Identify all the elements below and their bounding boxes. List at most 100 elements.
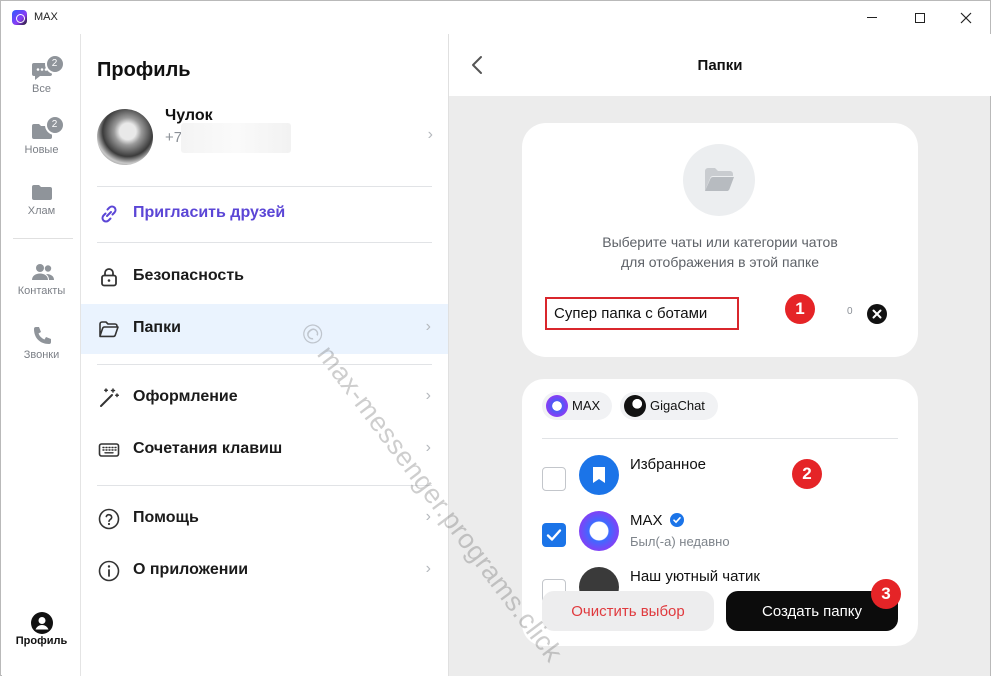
folder-name-card: Выберите чаты или категории чатов для от… [522, 123, 918, 357]
chat-status: Был(-а) недавно [630, 534, 730, 549]
info-icon [97, 559, 121, 583]
annotation-marker-3: 3 [871, 579, 901, 609]
divider [97, 485, 432, 486]
chats-icon: 2 [31, 54, 65, 80]
divider [542, 438, 898, 439]
rail-label-all: Все [32, 83, 51, 95]
chevron-right-icon: › [425, 560, 431, 577]
chat-row-favorites[interactable]: Избранное [542, 455, 898, 511]
char-counter: 0 [847, 306, 853, 317]
keyboard-icon [97, 438, 121, 462]
folder-hint-line: для отображения в этой папке [620, 254, 820, 270]
help-icon [97, 507, 121, 531]
rail-label-junk: Хлам [27, 205, 56, 217]
maximize-button[interactable] [897, 1, 943, 34]
link-icon [97, 202, 121, 226]
magic-wand-icon [97, 386, 121, 410]
title-bar: MAX [1, 1, 990, 34]
profile-panel: Профиль Чулок +7 › Пригласить друзей Без… [81, 34, 448, 676]
folder-icon [705, 168, 734, 192]
phone-icon [31, 326, 53, 346]
rail-label-profile: Профиль [15, 635, 68, 647]
chevron-right-icon: › [425, 508, 431, 525]
clear-selection-button[interactable]: Очистить выбор [542, 591, 714, 631]
chat-name: Избранное [630, 456, 707, 473]
chat-checkbox[interactable] [542, 467, 566, 491]
rail-label-new: Новые [24, 144, 59, 156]
close-window-button[interactable] [943, 1, 989, 34]
menu-item-invite[interactable]: Пригласить друзей [81, 189, 448, 239]
rail-item-new[interactable]: 2 Новые [2, 115, 81, 156]
checkmark-icon [546, 529, 562, 541]
menu-item-folders[interactable]: Папки › [81, 304, 448, 354]
window-title: MAX [34, 11, 58, 23]
chat-name: Наш уютный чатик [630, 568, 760, 585]
folder-picker[interactable] [683, 144, 755, 216]
lock-icon [97, 265, 121, 289]
folder-new-icon: 2 [31, 115, 65, 141]
rail-item-all[interactable]: 2 Все [2, 54, 81, 95]
avatar [97, 109, 153, 165]
bookmark-icon [579, 455, 619, 495]
divider [97, 242, 432, 243]
menu-label: Оформление [133, 388, 238, 405]
folder-junk-icon [31, 182, 53, 202]
menu-item-security[interactable]: Безопасность [81, 252, 448, 302]
gigachat-logo-icon [624, 395, 646, 417]
navigation-rail: 2 Все 2 Новые Хлам Контакты Звонки Профи… [2, 34, 81, 676]
menu-item-appearance[interactable]: Оформление › [81, 373, 448, 423]
chat-name: MAX [630, 512, 684, 529]
rail-item-profile[interactable]: Профиль [2, 612, 81, 647]
annotation-marker-2: 2 [792, 459, 822, 489]
annotation-marker-1: 1 [785, 294, 815, 324]
folder-name-input[interactable] [545, 297, 739, 330]
max-logo-icon [546, 395, 568, 417]
rail-label-calls: Звонки [23, 349, 60, 361]
menu-label: Сочетания клавиш [133, 440, 283, 457]
menu-label: Помощь [133, 509, 199, 526]
folder-icon [97, 317, 121, 341]
verified-icon [669, 513, 684, 527]
menu-label: Папки [133, 319, 181, 336]
folder-hint: Выберите чаты или категории чатов для от… [522, 232, 918, 272]
menu-label: Безопасность [133, 267, 244, 284]
menu-item-shortcuts[interactable]: Сочетания клавиш › [81, 425, 448, 475]
rail-label-contacts: Контакты [17, 285, 66, 297]
folder-page-title: Папки [697, 57, 743, 74]
chip-label: GigaChat [650, 398, 705, 413]
rail-divider [13, 238, 73, 239]
chevron-right-icon: › [427, 126, 433, 143]
chat-checkbox[interactable] [542, 523, 566, 547]
chip-label: MAX [572, 398, 601, 413]
chevron-right-icon: › [425, 439, 431, 456]
phone-blur-mask [181, 123, 291, 153]
clear-name-button[interactable] [867, 304, 887, 324]
menu-label: Пригласить друзей [133, 204, 286, 221]
folder-header: Папки [449, 34, 991, 96]
rail-item-contacts[interactable]: Контакты [2, 262, 81, 297]
profile-icon [30, 612, 53, 634]
chat-row-max[interactable]: MAX Был(-а) недавно [542, 511, 898, 567]
rail-item-calls[interactable]: Звонки [2, 326, 81, 361]
folder-editor-panel: Папки Выберите чаты или категории чатов … [448, 34, 991, 676]
menu-item-about[interactable]: О приложении › [81, 546, 448, 596]
contacts-icon [31, 262, 54, 282]
folder-hint-line: Выберите чаты или категории чатов [602, 234, 838, 250]
user-card[interactable]: Чулок +7 › [97, 107, 433, 169]
unread-badge: 2 [44, 115, 65, 135]
chevron-right-icon: › [425, 387, 431, 404]
rail-item-junk[interactable]: Хлам [2, 182, 81, 217]
divider [97, 364, 432, 365]
app-window: MAX 2 Все 2 Новые Хлам Контакты Звонки П… [0, 0, 991, 676]
maximize-icon [915, 12, 925, 23]
user-phone: +7 [165, 129, 183, 146]
minimize-button[interactable] [849, 1, 895, 34]
chip-gigachat[interactable]: GigaChat [620, 392, 718, 420]
close-icon [872, 309, 882, 319]
chat-selection-card: MAX GigaChat Избранное MAX Был(-а) недав… [522, 379, 918, 646]
menu-item-help[interactable]: Помощь › [81, 494, 448, 544]
menu-label: О приложении [133, 561, 249, 578]
chip-max[interactable]: MAX [542, 392, 612, 420]
page-title: Профиль [97, 59, 191, 81]
close-icon [960, 12, 972, 23]
